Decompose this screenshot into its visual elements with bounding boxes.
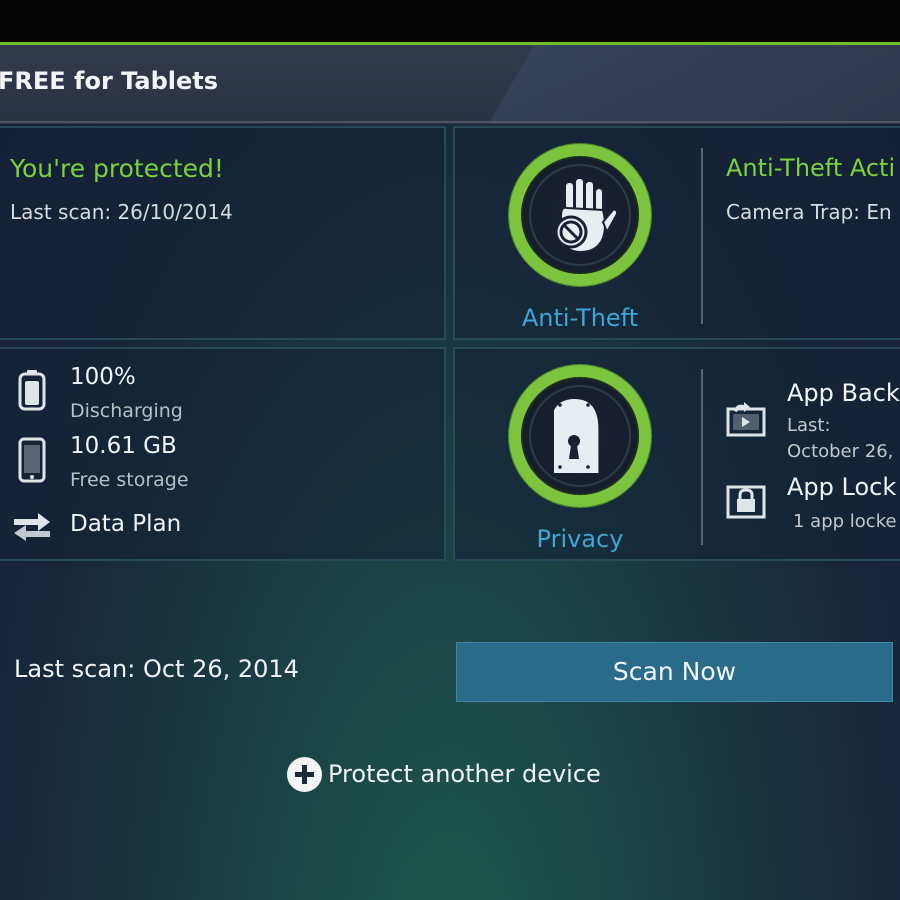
protection-status-title: You're protected! [10,154,224,183]
app-backup-icon [726,402,766,437]
battery-status: Discharging [70,400,183,422]
camera-trap-status: Camera Trap: En [726,200,892,224]
plus-circle-icon [287,756,322,792]
device-status-panel[interactable]: 100% Discharging 10.61 GB Free storage D… [0,347,446,561]
divider [701,369,703,545]
app-title: FREE for Tablets [0,67,219,95]
anti-theft-label: Anti-Theft [521,304,639,332]
keyhole-lock-icon [554,399,599,473]
anti-theft-panel[interactable]: Anti-Theft Anti-Theft Acti Camera Trap: … [453,126,900,340]
protect-another-device-link[interactable]: Protect another device [287,756,601,792]
hand-icon [554,177,619,254]
last-scan-date: Last scan: 26/10/2014 [10,200,233,224]
app-lock-title[interactable]: App Lock [787,473,896,501]
battery-level: 100% [70,364,136,390]
app-backup-last-label: Last: [787,415,831,436]
app-header: FREE for Tablets [0,42,900,124]
anti-theft-status-title: Anti-Theft Acti [726,154,896,182]
privacy-button[interactable] [509,365,651,507]
privacy-panel[interactable]: Privacy App Back Last: October 26, App L… [453,347,900,561]
storage-label: Free storage [70,469,189,491]
app-lock-status: 1 app locke [793,511,897,532]
app-lock-icon [726,485,766,519]
battery-icon [18,370,46,411]
privacy-label: Privacy [536,525,624,553]
phone-storage-icon [18,437,46,483]
app-backup-title[interactable]: App Back [787,379,900,407]
last-scan-summary: Last scan: Oct 26, 2014 [14,655,299,683]
header-divider [0,121,900,123]
divider [701,148,703,324]
app-backup-last-date: October 26, [787,441,894,462]
storage-value: 10.61 GB [70,433,177,459]
protect-another-device-label: Protect another device [328,760,601,788]
data-plan-label[interactable]: Data Plan [70,511,181,537]
scan-now-button[interactable]: Scan Now [456,642,893,702]
system-status-bar [0,0,900,42]
anti-theft-button[interactable] [509,144,651,286]
data-transfer-icon [14,513,50,541]
protection-status-panel[interactable]: You're protected! Last scan: 26/10/2014 [0,126,446,340]
